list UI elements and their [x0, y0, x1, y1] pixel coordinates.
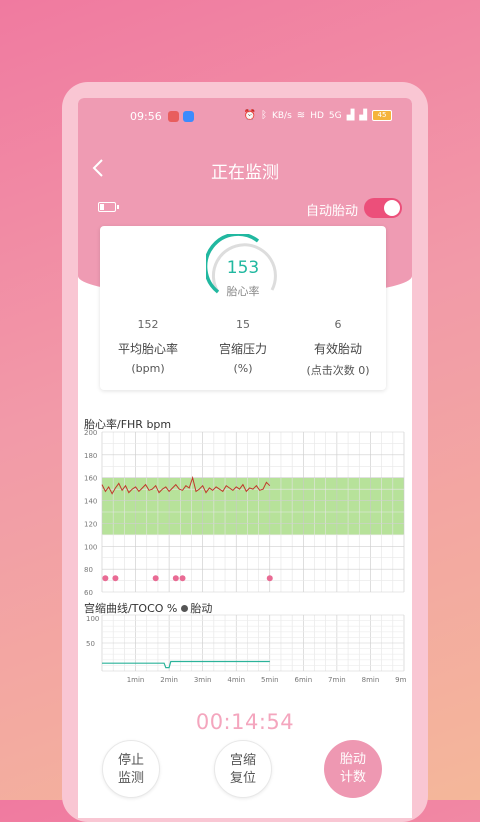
status-time: 09:56 — [130, 110, 162, 123]
fhr-y-tick-label: 60 — [84, 589, 93, 596]
auto-fetal-movement-toggle[interactable] — [364, 198, 402, 218]
toco-x-tick-label: 2min — [160, 676, 178, 684]
fetal-movement-legend-icon — [181, 605, 189, 612]
signal-icon: ▟ — [346, 110, 355, 121]
stat-fetal-movements: 6 有效胎动 (点击次数 0) — [290, 318, 386, 378]
device-battery-icon — [98, 202, 119, 212]
phone-frame: 09:56 ⏰ ᛒ KB/s ≋ HD 5G ▟ ▟ 45 正在监测 自动胎动 — [62, 82, 428, 822]
stat-value: 15 — [236, 318, 250, 331]
current-fhr-value: 153 — [226, 258, 260, 278]
signal-icon: ▟ — [359, 110, 367, 121]
toco-y-tick-label: 100 — [86, 615, 99, 623]
stat-unit: (%) — [233, 362, 253, 375]
toggle-knob — [384, 200, 400, 216]
toco-y-tick-label: 50 — [86, 640, 95, 648]
stat-label: 平均胎心率 — [117, 342, 178, 356]
hd-badge: HD — [310, 110, 324, 121]
toco-x-tick-label: 6min — [295, 676, 313, 684]
fetal-movement-marker — [152, 575, 159, 582]
bluetooth-icon: ᛒ — [260, 110, 267, 121]
button-label: 复位 — [229, 771, 256, 786]
toco-x-tick-label: 5min — [261, 676, 279, 684]
button-label: 计数 — [339, 770, 366, 785]
current-fhr-label: 胎心率 — [226, 285, 260, 298]
page-title: 正在监测 — [211, 163, 279, 183]
fhr-chart: 200 180 160 140 120 100 80 60 — [84, 430, 405, 596]
stat-contraction-pressure: 15 宫缩压力 (%) — [195, 318, 291, 375]
fetal-movement-marker — [266, 575, 273, 582]
button-label: 胎动 — [339, 752, 366, 767]
stat-unit: (点击次数 0) — [306, 364, 370, 377]
fhr-y-tick-label: 120 — [84, 520, 97, 528]
fhr-y-tick-label: 100 — [84, 543, 97, 551]
toco-x-tick-label: 3min — [194, 676, 212, 684]
network-speed: KB/s — [271, 110, 292, 121]
stat-average-fhr: 152 平均胎心率 (bpm) — [100, 318, 196, 375]
app-notification-icon — [183, 111, 194, 122]
toco-x-tick-label: 4min — [227, 676, 245, 684]
status-right-icons: ⏰ ᛒ KB/s ≋ HD 5G ▟ ▟ 45 — [244, 110, 392, 121]
toco-x-tick-label: 9min — [395, 676, 406, 684]
toco-x-tick-label: 7min — [328, 676, 346, 684]
app-notification-icon — [168, 111, 179, 122]
toco-x-tick-label: 8min — [362, 676, 380, 684]
wifi-icon: ≋ — [296, 110, 306, 121]
signal-label: 5G — [328, 110, 342, 121]
auto-fetal-movement-label: 自动胎动 — [306, 204, 359, 219]
fhr-y-tick-label: 140 — [84, 498, 97, 506]
stat-label: 有效胎动 — [313, 342, 362, 356]
button-label: 宫缩 — [229, 753, 256, 768]
summary-card: 153 胎心率 152 平均胎心率 (bpm) 15 宫缩压力 (%) 6 有效… — [100, 226, 386, 390]
fetal-movement-marker — [179, 575, 186, 582]
stat-label: 宫缩压力 — [218, 342, 267, 356]
contraction-reset-button[interactable]: 宫缩 复位 — [214, 740, 272, 798]
fetal-movement-marker — [102, 575, 109, 582]
normal-range-band — [102, 477, 404, 535]
fetal-movement-count-button[interactable]: 胎动 计数 — [324, 740, 382, 798]
fetal-movement-marker — [172, 575, 179, 582]
fhr-y-tick-label: 200 — [84, 430, 97, 437]
elapsed-timer: 00:14:54 — [195, 710, 295, 734]
fhr-y-tick-label: 80 — [84, 566, 93, 574]
stat-value: 152 — [137, 318, 159, 331]
button-label: 停止 — [117, 753, 144, 768]
fhr-y-tick-label: 160 — [84, 475, 97, 483]
status-bar: 09:56 ⏰ ᛒ KB/s ≋ HD 5G ▟ ▟ 45 — [78, 110, 412, 128]
fhr-y-tick-label: 180 — [84, 452, 97, 460]
button-label: 监测 — [117, 771, 144, 786]
stop-monitoring-button[interactable]: 停止 监测 — [102, 740, 160, 798]
toco-trace-line — [102, 660, 270, 669]
stat-value: 6 — [334, 318, 342, 331]
app-screen: 09:56 ⏰ ᛒ KB/s ≋ HD 5G ▟ ▟ 45 正在监测 自动胎动 — [78, 98, 412, 818]
stat-unit: (bpm) — [131, 362, 165, 375]
battery-icon: 45 — [372, 110, 392, 121]
toco-x-tick-label: 1min — [127, 676, 145, 684]
alarm-icon: ⏰ — [243, 110, 256, 121]
toco-chart: 100 50 1min 2min 3min 4min 5min 6min 7min 8min 9mi… — [86, 614, 406, 684]
fetal-movement-marker — [112, 575, 119, 582]
status-app-icons — [168, 111, 194, 122]
